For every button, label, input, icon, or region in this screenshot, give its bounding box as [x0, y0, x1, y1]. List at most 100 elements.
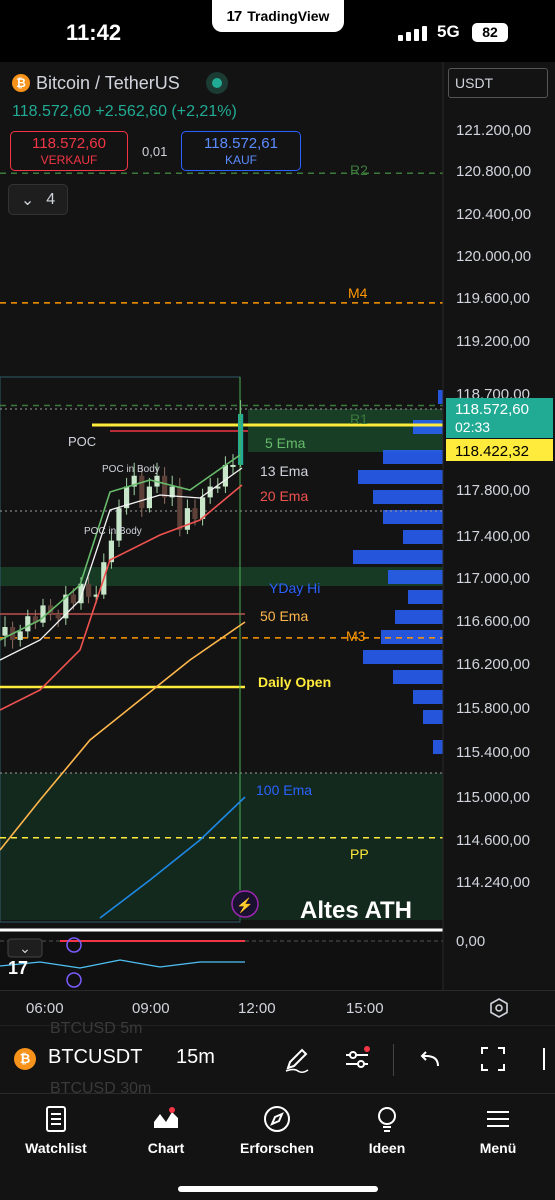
currency-select[interactable]: USDT	[448, 68, 548, 98]
more-icon[interactable]	[538, 1044, 555, 1074]
price-tick: 116.600,00	[456, 613, 530, 630]
nav-label: Ideen	[368, 1140, 406, 1156]
label-ema5: 5 Ema	[265, 435, 306, 451]
chart-area[interactable]: R2 M4 R1 POC POC in Body POC in Body 5 Ema 13 E…	[0, 62, 555, 990]
time-tick: 06:00	[26, 1000, 64, 1017]
chart-nav-icon	[154, 1107, 178, 1128]
volume-profile-bar	[383, 510, 443, 524]
label-ema100: 100 Ema	[256, 782, 312, 798]
price-tick: 115.000,00	[456, 789, 530, 806]
volume-profile-bar	[373, 490, 443, 504]
market-open-icon[interactable]	[205, 72, 228, 94]
chevron-down-icon: ⌄	[20, 191, 35, 209]
indicators-icon[interactable]	[342, 1044, 372, 1074]
nav-label: Chart	[147, 1140, 185, 1156]
volume-profile-bar	[395, 610, 443, 624]
price-tick: 117.800,00	[456, 482, 530, 499]
fullscreen-icon[interactable]	[478, 1044, 508, 1074]
symbol-title[interactable]: Bitcoin / TetherUS	[36, 73, 180, 94]
volume-profile-bar	[388, 570, 443, 584]
price-tick: 120.800,00	[456, 163, 531, 180]
label-poc: POC	[68, 434, 96, 449]
compass-icon	[264, 1106, 290, 1132]
tradingview-pill[interactable]: 17 TradingView	[212, 0, 344, 32]
volume-profile-bar	[358, 470, 443, 484]
label-poc-in-body: POC in Body	[102, 464, 160, 475]
volume-profile-bar	[393, 670, 443, 684]
time-tick: 15:00	[346, 1000, 384, 1017]
buy-label: KAUF	[224, 153, 257, 167]
candle-body	[25, 616, 31, 632]
label-yday-hi: YDay Hi	[269, 580, 320, 596]
nav-label: Menü	[479, 1140, 517, 1156]
price-tick: 120.000,00	[456, 248, 531, 265]
label-poc-in-body: POC in Body	[84, 526, 142, 537]
price-axis-bg	[443, 62, 555, 990]
price-tick: 119.200,00	[456, 333, 530, 350]
volume-profile-bar	[381, 630, 443, 644]
volume-profile-bar	[353, 550, 443, 564]
nav-label: Erforschen	[240, 1140, 314, 1156]
price-tick: 114.600,00	[456, 832, 530, 849]
toolbar-divider	[393, 1044, 394, 1076]
bottom-nav: Watchlist Chart Erforschen Ideen Menü	[0, 1093, 555, 1200]
chevron-down-icon: ⌄	[19, 940, 31, 956]
buy-button[interactable]: 118.572,61 KAUF	[181, 131, 301, 171]
nav-explore[interactable]: Erforschen	[227, 1104, 327, 1156]
candle-body	[238, 413, 244, 465]
drawing-pen-icon[interactable]	[282, 1044, 312, 1074]
candle-body	[222, 464, 228, 487]
status-bar: 11:42 17 TradingView 5G 82	[0, 0, 555, 62]
volume-profile-bar	[408, 590, 443, 604]
yday-zone	[0, 567, 443, 586]
candle-body	[70, 594, 76, 604]
candle-body	[17, 631, 23, 640]
label-ema13: 13 Ema	[260, 463, 308, 479]
indicators-collapse-button[interactable]: ⌄ 4	[8, 184, 68, 215]
bitcoin-icon: ₿	[12, 74, 30, 92]
nav-watchlist[interactable]: Watchlist	[6, 1104, 106, 1156]
battery-icon: 82	[472, 23, 508, 42]
home-indicator	[178, 1186, 378, 1192]
interval-selector[interactable]: 15m	[176, 1046, 215, 1069]
candle-body	[55, 614, 61, 619]
symbol-scroll-ghost: BTCUSD 5m	[50, 1020, 143, 1037]
nav-ideas[interactable]: Ideen	[337, 1104, 437, 1156]
bar-countdown: 02:33	[455, 419, 490, 435]
label-ema20: 20 Ema	[260, 488, 308, 504]
label-daily-open: Daily Open	[258, 674, 331, 690]
symbol-header[interactable]: ₿ Bitcoin / TetherUS	[12, 72, 228, 94]
buy-price: 118.572,61	[204, 135, 278, 152]
candle-body	[86, 583, 92, 597]
change-value: +2.562,60 (+2,21%)	[95, 103, 237, 120]
price-tick: 120.400,00	[456, 206, 531, 223]
candlestick-chart[interactable]: R2 M4 R1 POC POC in Body POC in Body 5 Ema 13 E…	[0, 62, 555, 990]
hamburger-menu-icon	[487, 1111, 509, 1127]
nav-chart[interactable]: Chart	[116, 1104, 216, 1156]
volume-profile-bar	[433, 740, 443, 754]
chart-settings-icon[interactable]	[488, 997, 510, 1019]
price-tick: 116.200,00	[456, 656, 530, 673]
oscillator-axis-value: 0,00	[456, 933, 485, 950]
current-price-label: 118.572,60	[455, 401, 529, 418]
price-tick: 121.200,00	[456, 122, 531, 139]
price-tick: 115.800,00	[456, 700, 530, 717]
volume-profile-bar	[403, 530, 443, 544]
symbol-selector[interactable]: BTCUSDT	[48, 1046, 142, 1069]
undo-icon[interactable]	[416, 1044, 446, 1074]
price-tick: 119.600,00	[456, 290, 530, 307]
label-altes-ath: Altes ATH	[300, 897, 412, 924]
price-tick: 115.400,00	[456, 744, 530, 761]
nav-menu[interactable]: Menü	[448, 1104, 548, 1156]
signal-icon	[398, 26, 427, 41]
sell-label: VERKAUF	[40, 153, 98, 167]
label-r2: R2	[350, 162, 368, 178]
price-tick: 114.240,00	[456, 874, 530, 891]
tradingview-pill-label: TradingView	[247, 8, 330, 24]
candle-body	[139, 475, 145, 509]
volume-profile-bar	[423, 710, 443, 724]
candle-body	[230, 464, 236, 467]
label-m4: M4	[348, 285, 368, 301]
volume-profile-bar	[363, 650, 443, 664]
sell-button[interactable]: 118.572,60 VERKAUF	[10, 131, 128, 171]
